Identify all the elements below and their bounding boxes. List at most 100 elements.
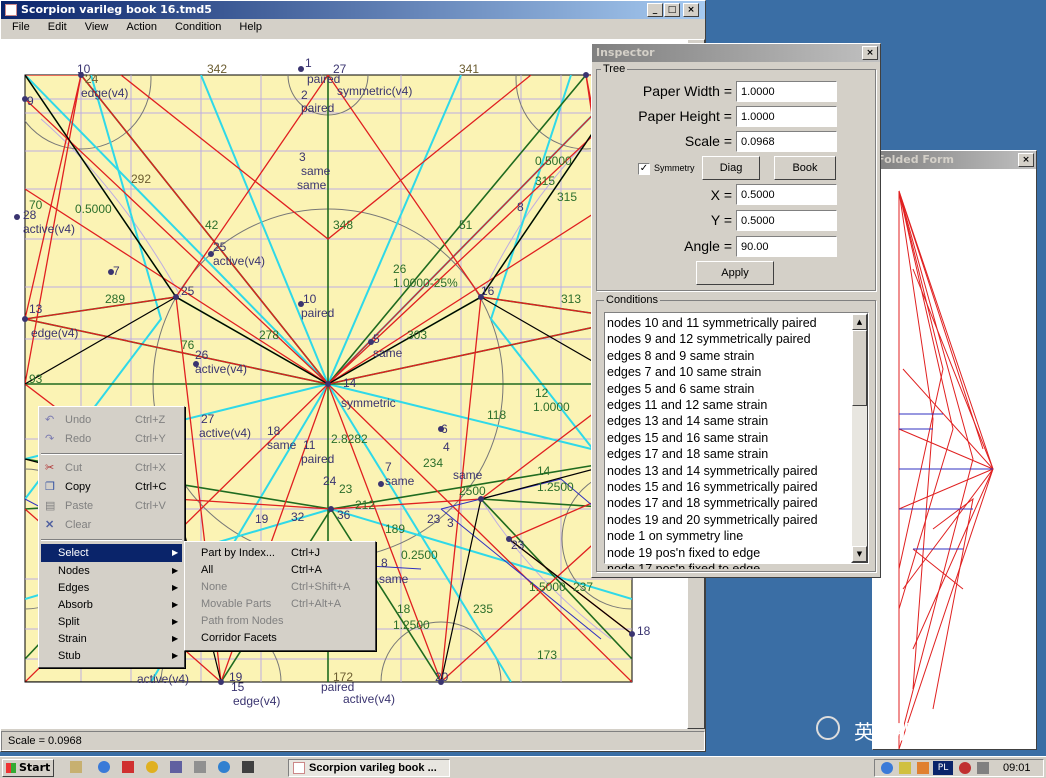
inspector-close-button[interactable]: × (862, 46, 878, 60)
folded-form-window: Folded Form × (872, 150, 1037, 750)
condition-item[interactable]: edges 17 and 18 same strain (607, 446, 857, 462)
submenu-all[interactable]: All Ctrl+A (187, 561, 373, 579)
condition-item[interactable]: edges 8 and 9 same strain (607, 348, 857, 364)
canvas-label: paired (301, 452, 334, 466)
tree-group-label: Tree (601, 63, 628, 75)
submenu-arrow-icon: ▶ (172, 566, 179, 575)
menu-item-select[interactable]: Select ▶ (41, 544, 182, 562)
maximize-button[interactable]: □ (664, 3, 680, 17)
condition-item[interactable]: nodes 19 and 20 symmetrically paired (607, 512, 857, 528)
condition-item[interactable]: nodes 9 and 12 symmetrically paired (607, 331, 857, 347)
condition-item[interactable]: edges 7 and 10 same strain (607, 364, 857, 380)
menu-view[interactable]: View (74, 19, 116, 39)
tray-icon[interactable] (899, 762, 911, 774)
condition-item[interactable]: node 19 pos'n fixed to edge (607, 545, 857, 561)
menu-item-redo[interactable]: ↷ Redo Ctrl+Y (39, 430, 184, 448)
canvas-label: 1 (305, 56, 312, 70)
canvas-label: 2 (301, 88, 308, 102)
submenu-none[interactable]: None Ctrl+Shift+A (187, 578, 373, 596)
context-menu: ↶ Undo Ctrl+Z ↷ Redo Ctrl+Y ✂ Cut Ctrl+X… (38, 406, 185, 668)
canvas-label: 24 (323, 474, 337, 488)
condition-item[interactable]: node 17 pos'n fixed to edge (607, 561, 857, 569)
condition-item[interactable]: nodes 17 and 18 symmetrically paired (607, 495, 857, 511)
condition-item[interactable]: nodes 10 and 11 symmetrically paired (607, 315, 857, 331)
start-button[interactable]: Start (2, 759, 54, 777)
canvas-label: paired (307, 72, 340, 86)
folded-form-close-button[interactable]: × (1018, 153, 1034, 167)
scroll-thumb[interactable] (852, 330, 867, 406)
submenu-arrow-icon: ▶ (172, 617, 179, 626)
main-titlebar[interactable]: Scorpion varileg book 16.tmd5 _ □ × (1, 1, 705, 19)
conditions-scrollbar[interactable]: ▲ ▼ (851, 313, 868, 563)
tray-icon[interactable] (917, 762, 929, 774)
canvas-label: 278 (259, 328, 279, 342)
inspector-titlebar[interactable]: Inspector × (592, 44, 880, 62)
volume-icon[interactable] (977, 762, 989, 774)
angle-label: Angle = (684, 238, 732, 254)
quicklaunch-cube-icon[interactable] (194, 761, 206, 773)
apply-button[interactable]: Apply (696, 261, 774, 285)
menu-item-split[interactable]: Split ▶ (41, 613, 182, 631)
menu-item-absorb[interactable]: Absorb ▶ (41, 596, 182, 614)
x-input[interactable] (736, 184, 837, 205)
quicklaunch-window-icon[interactable] (242, 761, 254, 773)
close-button[interactable]: × (683, 3, 699, 17)
cut-icon: ✂ (45, 462, 55, 474)
menu-item-copy[interactable]: ❐ Copy Ctrl+C (39, 478, 184, 496)
menu-file[interactable]: File (1, 19, 37, 39)
condition-item[interactable]: nodes 15 and 16 symmetrically paired (607, 479, 857, 495)
quicklaunch-app-icon[interactable] (122, 761, 134, 773)
menu-item-paste[interactable]: ▤ Paste Ctrl+V (39, 497, 184, 515)
menu-item-undo[interactable]: ↶ Undo Ctrl+Z (39, 411, 184, 429)
quicklaunch-desktop-icon[interactable] (70, 761, 82, 773)
submenu-part-by-index[interactable]: Part by Index... Ctrl+J (187, 544, 373, 562)
conditions-list[interactable]: nodes 10 and 11 symmetrically paired nod… (604, 312, 869, 569)
canvas-label: 10 (303, 292, 317, 306)
menu-help[interactable]: Help (228, 19, 269, 39)
angle-input[interactable] (736, 236, 837, 257)
network-icon[interactable] (881, 762, 893, 774)
scroll-down-icon[interactable]: ▼ (852, 546, 867, 562)
submenu-movable-parts[interactable]: Movable Parts Ctrl+Alt+A (187, 595, 373, 613)
scale-input[interactable] (736, 131, 837, 152)
tray-icon[interactable] (959, 762, 971, 774)
paper-height-input[interactable] (736, 106, 837, 127)
menu-action[interactable]: Action (115, 19, 164, 39)
scroll-up-icon[interactable]: ▲ (852, 314, 867, 330)
menu-item-cut[interactable]: ✂ Cut Ctrl+X (39, 459, 184, 477)
condition-item[interactable]: nodes 13 and 14 symmetrically paired (607, 463, 857, 479)
paper-width-input[interactable] (736, 81, 837, 102)
windows-logo-icon (6, 763, 16, 773)
condition-item[interactable]: edges 5 and 6 same strain (607, 381, 857, 397)
submenu-corridor-facets[interactable]: Corridor Facets (187, 629, 373, 647)
menu-edit[interactable]: Edit (37, 19, 74, 39)
taskbar-task-scorpion[interactable]: Scorpion varileg book ... (288, 759, 450, 777)
canvas-label: 25 (213, 240, 227, 254)
language-indicator[interactable]: PL (933, 761, 953, 775)
menu-item-strain[interactable]: Strain ▶ (41, 630, 182, 648)
canvas-label: 6 (441, 422, 448, 436)
condition-item[interactable]: edges 11 and 12 same strain (607, 397, 857, 413)
canvas-label: 1.0000 (533, 400, 570, 414)
condition-item[interactable]: node 1 on symmetry line (607, 528, 857, 544)
condition-item[interactable]: edges 15 and 16 same strain (607, 430, 857, 446)
submenu-arrow-icon: ▶ (172, 548, 179, 557)
menu-condition[interactable]: Condition (164, 19, 228, 39)
diag-button[interactable]: Diag (702, 156, 760, 180)
menu-item-edges[interactable]: Edges ▶ (41, 579, 182, 597)
menu-item-nodes[interactable]: Nodes ▶ (41, 562, 182, 580)
minimize-button[interactable]: _ (647, 3, 663, 17)
symmetry-checkbox[interactable]: ✓ (638, 163, 650, 175)
quicklaunch-save-icon[interactable] (170, 761, 182, 773)
quicklaunch-web-icon[interactable] (218, 761, 230, 773)
canvas-label: 3 (299, 150, 306, 164)
book-button[interactable]: Book (774, 156, 836, 180)
quicklaunch-ie-icon[interactable] (98, 761, 110, 773)
condition-item[interactable]: edges 13 and 14 same strain (607, 413, 857, 429)
submenu-path-from-nodes[interactable]: Path from Nodes (187, 612, 373, 630)
menu-item-stub[interactable]: Stub ▶ (41, 647, 182, 665)
folded-form-titlebar[interactable]: Folded Form × (873, 151, 1036, 169)
menu-item-clear[interactable]: ✕ Clear (39, 516, 184, 534)
y-input[interactable] (736, 210, 837, 231)
quicklaunch-media-icon[interactable] (146, 761, 158, 773)
